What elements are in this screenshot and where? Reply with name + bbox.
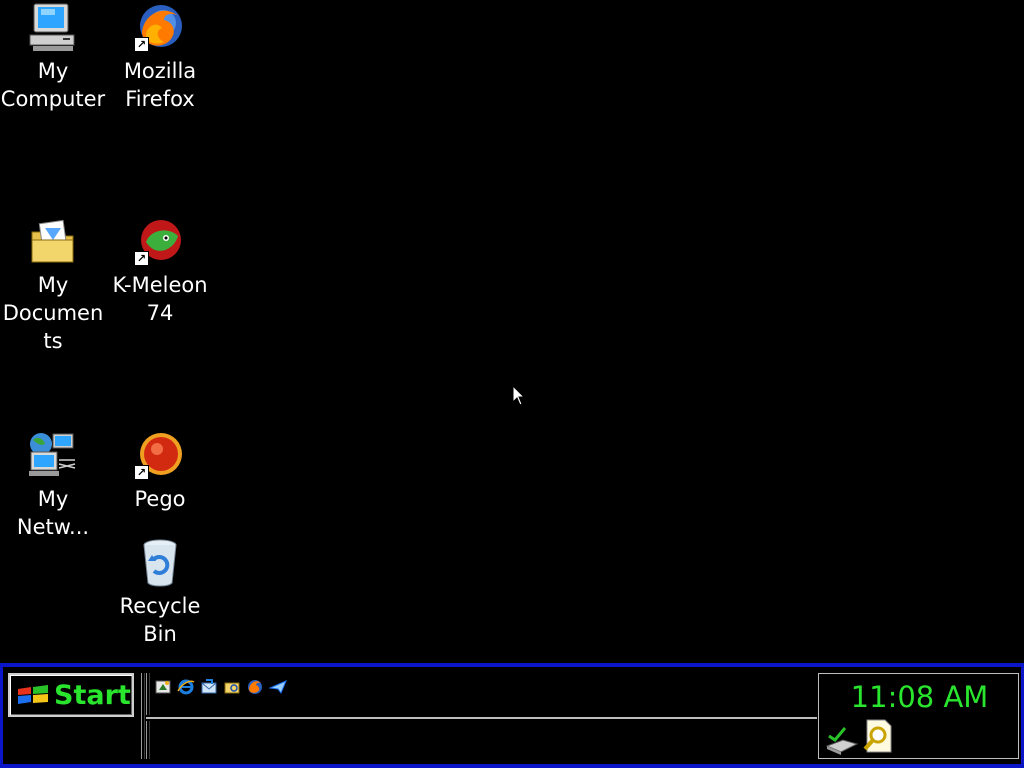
shortcut-arrow-icon: ↗	[134, 251, 149, 266]
system-tray: 11:08 AM	[818, 673, 1019, 759]
desktop-icon-my-network[interactable]: My Netw...	[0, 430, 106, 541]
firefox-icon: ↗	[134, 2, 186, 54]
desktop-icon-label: My Computer	[0, 59, 106, 111]
network-status-icon[interactable]	[823, 720, 859, 756]
my-documents-icon	[27, 216, 79, 268]
taskbar-row-divider	[146, 717, 817, 719]
desktop-icon-label: K-Meleon 74	[112, 273, 208, 325]
taskbar-grip[interactable]	[141, 673, 145, 759]
shortcut-arrow-icon: ↗	[134, 465, 149, 480]
desktop-icon-label: Recycle Bin	[119, 594, 201, 646]
pego-icon: ↗	[134, 430, 186, 482]
start-label: Start	[54, 679, 131, 711]
desktop-icon-my-computer[interactable]: My Computer	[0, 2, 106, 113]
desktop-icon-firefox[interactable]: ↗ Mozilla Firefox	[107, 2, 213, 113]
quick-launch-toolbar	[154, 675, 287, 699]
k-meleon-icon: ↗	[134, 216, 186, 268]
network-icon	[27, 430, 79, 482]
firefox-icon[interactable]	[246, 678, 264, 696]
desktop[interactable]: My Computer ↗ Mozilla Firefox My Documen…	[0, 0, 1024, 663]
start-button[interactable]: Start	[8, 673, 134, 717]
desktop-icon-k-meleon[interactable]: ↗ K-Meleon 74	[107, 216, 213, 327]
desktop-icon-label: My Netw...	[16, 487, 90, 539]
search-icon[interactable]	[861, 718, 897, 754]
show-desktop-icon[interactable]	[154, 678, 172, 696]
clock[interactable]: 11:08 AM	[819, 680, 1020, 714]
desktop-icon-recycle-bin[interactable]: Recycle Bin	[107, 537, 213, 648]
desktop-icon-label: Pego	[134, 487, 186, 511]
taskbar: Start 11:08 AM	[0, 663, 1024, 768]
outlook-express-icon[interactable]	[200, 678, 218, 696]
desktop-icon-my-documents[interactable]: My Documen ts	[0, 216, 106, 355]
task-area-grip[interactable]	[146, 721, 150, 759]
desktop-icon-pego[interactable]: ↗ Pego	[107, 430, 213, 513]
mouse-cursor-icon	[512, 385, 526, 406]
messenger-icon[interactable]	[269, 678, 287, 696]
desktop-icon-label: My Documen ts	[2, 273, 104, 353]
explorer-icon[interactable]	[223, 678, 241, 696]
quick-launch-grip[interactable]	[146, 673, 150, 715]
desktop-icon-label: Mozilla Firefox	[123, 59, 197, 111]
windows-flag-icon	[18, 685, 48, 704]
recycle-bin-icon	[134, 537, 186, 589]
internet-explorer-icon[interactable]	[177, 678, 195, 696]
shortcut-arrow-icon: ↗	[134, 37, 149, 52]
my-computer-icon	[27, 2, 79, 54]
